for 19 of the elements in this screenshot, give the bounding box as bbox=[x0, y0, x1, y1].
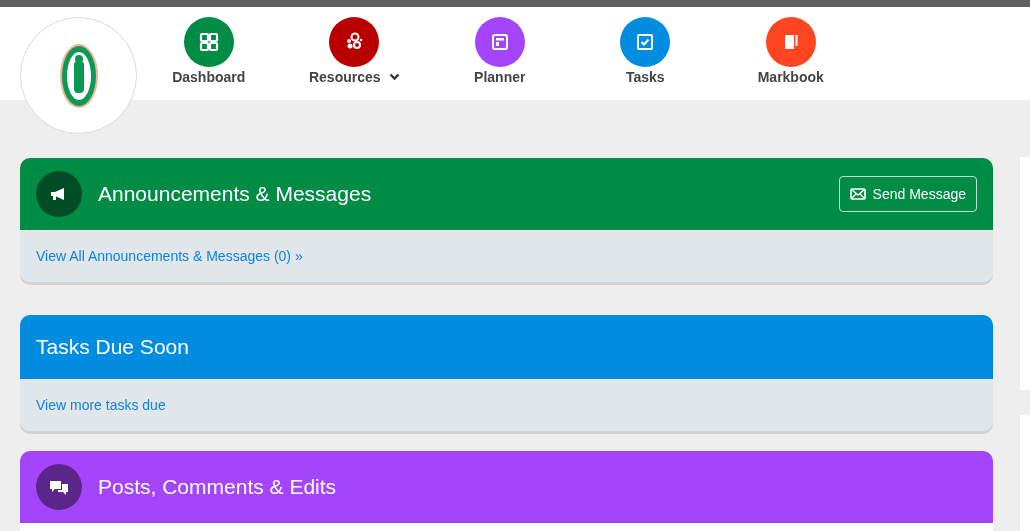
nav-link[interactable]: Markbook bbox=[757, 69, 824, 85]
megaphone-icon bbox=[36, 171, 82, 217]
nav-link[interactable]: Resources bbox=[308, 69, 381, 85]
card-title: Tasks Due Soon bbox=[36, 335, 190, 359]
nav-icon[interactable] bbox=[765, 17, 816, 67]
card-title: Posts, Comments & Edits bbox=[98, 475, 338, 499]
chat-icon bbox=[36, 464, 82, 510]
nav-link[interactable]: Tasks bbox=[625, 69, 665, 85]
nav-link[interactable]: Planner bbox=[474, 69, 526, 85]
send-message-button[interactable]: Send Message bbox=[838, 176, 977, 212]
card-title: Announcements & Messages bbox=[98, 182, 373, 206]
envelope-icon bbox=[849, 188, 866, 200]
nav-icon[interactable] bbox=[183, 17, 234, 67]
nav-link[interactable]: Dashboard bbox=[172, 69, 246, 85]
seal-icon bbox=[58, 42, 99, 109]
nav-icon[interactable] bbox=[329, 17, 380, 67]
nav-icon[interactable] bbox=[620, 17, 671, 67]
caret-icon[interactable] bbox=[388, 73, 400, 81]
nav-icon[interactable] bbox=[474, 17, 525, 67]
